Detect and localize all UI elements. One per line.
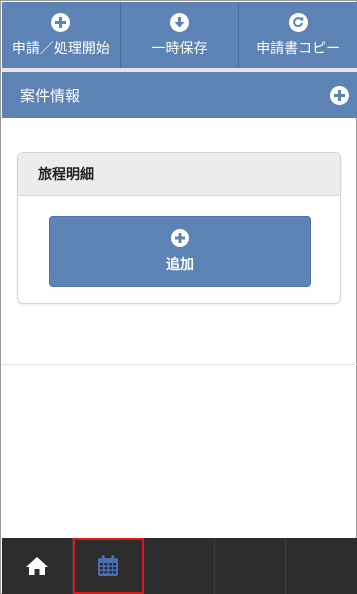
temp-save-button[interactable]: 一時保存 [121,2,240,68]
temp-save-label: 一時保存 [151,40,208,57]
plus-circle-icon [51,12,71,32]
content-divider [2,364,357,365]
nav-slot-4[interactable] [215,538,286,594]
top-toolbar: 申請／処理開始 一時保存 申請書コピー [2,2,357,68]
start-process-button[interactable]: 申請／処理開始 [2,2,121,68]
case-info-title: 案件情報 [20,86,81,105]
nav-home[interactable] [2,538,73,594]
copy-application-button[interactable]: 申請書コピー [239,2,357,68]
home-icon [26,557,48,575]
itinerary-card: 旅程明細 追加 [17,152,341,304]
calendar-icon [98,555,118,576]
copy-application-label: 申請書コピー [256,40,341,57]
nav-slot-5[interactable] [286,538,357,594]
case-info-header[interactable]: 案件情報 [2,72,357,118]
plus-circle-icon [171,229,189,247]
app-frame: 申請／処理開始 一時保存 申請書コピー 案件情報 旅程明細 追加 [0,0,357,594]
start-process-label: 申請／処理開始 [11,40,110,57]
nav-calendar[interactable] [73,538,144,594]
itinerary-card-title: 旅程明細 [18,153,340,196]
add-button-label: 追加 [166,257,194,273]
nav-slot-3[interactable] [144,538,215,594]
arrow-down-circle-icon [170,12,189,32]
refresh-circle-icon [288,12,308,32]
bottom-nav [2,538,357,594]
add-button[interactable]: 追加 [49,216,311,287]
plus-circle-icon[interactable] [330,85,349,105]
